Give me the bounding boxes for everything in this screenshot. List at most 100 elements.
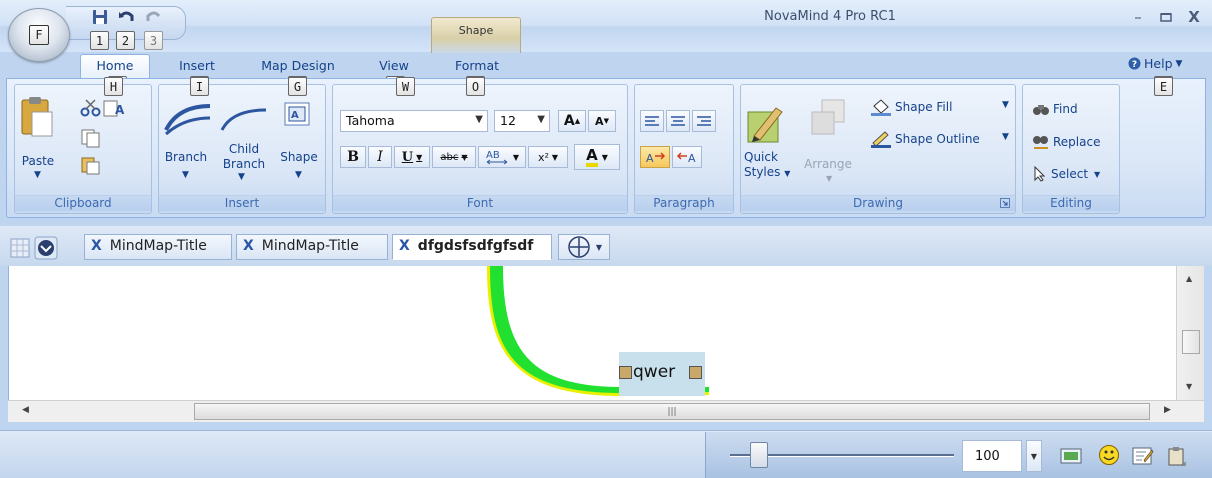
- window-title: NovaMind 4 Pro RC1: [764, 9, 896, 24]
- keytip-o-overlay: O: [466, 77, 485, 96]
- paste-dropdown-icon[interactable]: ▼: [34, 170, 41, 180]
- help-label: Help: [1144, 56, 1173, 71]
- zoom-level-input[interactable]: 100: [962, 440, 1022, 472]
- scroll-right-icon[interactable]: ▶: [1164, 405, 1171, 415]
- vertical-scrollbar[interactable]: ▲ ▼: [1176, 266, 1204, 400]
- binoculars-icon: [1033, 105, 1049, 115]
- superscript-button[interactable]: x² ▼: [528, 146, 568, 168]
- smiley-icon[interactable]: [1098, 444, 1120, 466]
- new-tab-button[interactable]: ▼: [558, 234, 610, 260]
- node-handle-right[interactable]: [689, 366, 702, 379]
- map-node[interactable]: qwer: [619, 352, 705, 396]
- editing-group-label: Editing: [1023, 195, 1119, 211]
- font-size-value: 12: [500, 113, 516, 128]
- horizontal-scroll-thumb[interactable]: |||: [194, 403, 1150, 420]
- tab-home[interactable]: Home: [80, 54, 150, 78]
- zoom-dropdown-button[interactable]: ▼: [1026, 440, 1042, 472]
- copy-icon[interactable]: [80, 128, 102, 148]
- shape-fill-button[interactable]: Shape Fill: [870, 98, 952, 116]
- picture-view-icon[interactable]: [1060, 447, 1082, 465]
- tab-format[interactable]: Format: [446, 54, 508, 78]
- align-right-button[interactable]: [692, 110, 716, 132]
- font-family-select[interactable]: Tahoma ▼: [340, 110, 488, 132]
- minimize-button[interactable]: –: [1124, 6, 1152, 28]
- tab-view[interactable]: View: [372, 54, 416, 78]
- shape-icon[interactable]: A: [284, 102, 310, 126]
- application-menu-button[interactable]: F: [8, 8, 70, 62]
- clipboard-status-icon[interactable]: [1166, 446, 1188, 468]
- help-button[interactable]: ? Help ▼: [1128, 56, 1182, 71]
- paste-icon[interactable]: [20, 96, 54, 138]
- find-button[interactable]: Find: [1032, 102, 1078, 116]
- quick-styles-label-2[interactable]: Styles ▼: [744, 165, 796, 179]
- rtl-direction-button[interactable]: A: [672, 146, 702, 168]
- text-direction-rtl-icon: A: [676, 152, 696, 165]
- branch-connector: [487, 266, 709, 396]
- character-spacing-button[interactable]: AB ▼: [478, 146, 526, 168]
- node-handle-left[interactable]: [619, 366, 632, 379]
- branch-icon[interactable]: [164, 102, 212, 138]
- notes-edit-icon[interactable]: [1132, 446, 1154, 466]
- svg-text:?: ?: [1132, 60, 1137, 70]
- find-label: Find: [1053, 102, 1078, 116]
- grid-view-icon[interactable]: [10, 238, 30, 258]
- bold-button[interactable]: B: [340, 146, 366, 168]
- chevron-down-icon: ▼: [475, 114, 483, 125]
- navigator-icon[interactable]: [34, 236, 58, 260]
- arrange-icon[interactable]: [808, 98, 852, 140]
- document-tab-3[interactable]: Xdfgdsfsdfgfsdf: [392, 234, 552, 260]
- tab-map-design[interactable]: Map Design: [252, 54, 344, 78]
- replace-button[interactable]: Replace: [1032, 134, 1100, 150]
- text-direction-ltr-icon: A: [646, 152, 666, 165]
- underline-button[interactable]: U ▼: [394, 146, 430, 168]
- maximize-button[interactable]: [1152, 6, 1180, 28]
- cut-icon[interactable]: [80, 98, 102, 118]
- branch-dropdown-icon[interactable]: ▼: [182, 170, 189, 180]
- document-tab-2-label: MindMap-Title: [261, 238, 359, 254]
- keytip-i-overlay: I: [190, 77, 209, 96]
- scroll-left-icon[interactable]: ◀: [22, 405, 29, 415]
- node-text[interactable]: qwer: [633, 362, 675, 382]
- shrink-font-button[interactable]: A ▼: [588, 110, 616, 132]
- child-branch-label-2: Branch: [222, 157, 266, 171]
- document-tab-1[interactable]: X MindMap-Title: [84, 234, 232, 260]
- child-branch-label-1: Child: [228, 142, 260, 156]
- maximize-icon: [1160, 13, 1172, 22]
- pencil-outline-icon: [871, 131, 891, 148]
- tab-insert[interactable]: Insert: [170, 54, 224, 78]
- dialog-launcher-icon[interactable]: [1000, 198, 1010, 208]
- format-painter-icon[interactable]: A: [102, 98, 126, 118]
- zoom-slider-thumb[interactable]: [750, 442, 768, 468]
- shape-fill-dropdown-icon[interactable]: ▼: [1002, 100, 1009, 110]
- redo-icon[interactable]: [146, 9, 162, 25]
- child-branch-icon[interactable]: [220, 104, 268, 134]
- drawing-group-label: Drawing: [741, 195, 1015, 211]
- shape-outline-button[interactable]: Shape Outline: [870, 130, 980, 148]
- align-center-button[interactable]: [666, 110, 690, 132]
- map-canvas[interactable]: qwer: [8, 266, 1176, 400]
- ltr-direction-button[interactable]: A: [640, 146, 670, 168]
- shape-outline-dropdown-icon[interactable]: ▼: [1002, 132, 1009, 142]
- align-left-button[interactable]: [640, 110, 664, 132]
- scroll-up-icon[interactable]: ▲: [1186, 274, 1192, 283]
- insert-group-label: Insert: [159, 195, 325, 211]
- align-right-icon: [697, 116, 711, 126]
- paste-special-icon[interactable]: [80, 156, 102, 176]
- save-icon[interactable]: [92, 9, 108, 25]
- grow-font-button[interactable]: A ▲: [558, 110, 586, 132]
- font-color-button[interactable]: A ▼: [574, 144, 620, 170]
- close-button[interactable]: X: [1180, 6, 1208, 28]
- document-tab-2[interactable]: X MindMap-Title: [236, 234, 388, 260]
- scroll-down-icon[interactable]: ▼: [1186, 382, 1192, 391]
- vertical-scroll-thumb[interactable]: [1182, 330, 1200, 354]
- horizontal-scrollbar[interactable]: ◀ ||| ▶: [8, 400, 1204, 422]
- font-size-select[interactable]: 12 ▼: [494, 110, 550, 132]
- child-branch-dropdown-icon[interactable]: ▼: [238, 172, 245, 182]
- strikethrough-button[interactable]: abc ▼: [432, 146, 476, 168]
- shape-dropdown-icon[interactable]: ▼: [295, 170, 302, 180]
- italic-button[interactable]: I: [368, 146, 392, 168]
- undo-icon[interactable]: [118, 9, 134, 25]
- select-button[interactable]: Select ▼: [1032, 166, 1100, 182]
- svg-text:AB: AB: [486, 150, 500, 161]
- quick-styles-icon[interactable]: [746, 104, 786, 144]
